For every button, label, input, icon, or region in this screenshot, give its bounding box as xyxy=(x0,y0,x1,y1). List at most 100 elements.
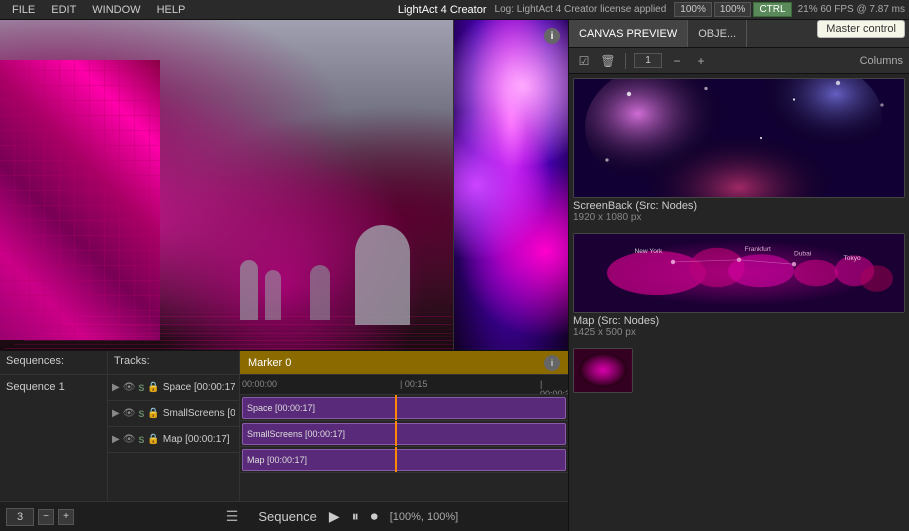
hamburger-icon[interactable]: ☰ xyxy=(218,508,247,525)
track-lock-smallscreens[interactable]: 🔒 xyxy=(147,408,159,419)
track-play-map[interactable]: ▶ xyxy=(112,434,120,445)
track-play-space[interactable]: ▶ xyxy=(112,382,120,393)
playhead-space xyxy=(395,395,397,420)
main-layout: i Sequences: Tracks: Marker 0 i Sequence… xyxy=(0,20,909,531)
viewport-info-icon[interactable]: i xyxy=(544,28,560,44)
mosaic-tiles xyxy=(0,60,160,340)
thumb-small-svg xyxy=(574,349,632,392)
track-lock-space[interactable]: 🔒 xyxy=(147,382,159,393)
track-eye-map[interactable]: 👁 xyxy=(123,434,136,445)
track-clip-row-smallscreens[interactable]: SmallScreens [00:00:17] xyxy=(240,421,568,447)
pct2-badge: 100% xyxy=(714,2,752,17)
ruler-mark-0: 00:00:00 xyxy=(242,379,277,389)
canvas-thumbnail-map: New York Frankfurt Dubai Tokyo xyxy=(573,233,905,313)
transport-label: Sequence xyxy=(258,509,317,524)
menu-bar: FILE EDIT WINDOW HELP LightAct 4 Creator… xyxy=(0,0,909,20)
track-row-smallscreens[interactable]: ▶ 👁 S 🔒 SmallScreens [00:00:17] xyxy=(108,401,239,427)
track-row-space[interactable]: ▶ 👁 S 🔒 Space [00:00:17] xyxy=(108,375,239,401)
svg-text:New York: New York xyxy=(635,248,664,255)
canvas-size-screenback: 1920 x 1080 px xyxy=(573,212,905,223)
timeline-bottom: 3 − + ☰ Sequence ▶ ⏸ ⏺ [100%, 100%] xyxy=(0,501,568,531)
track-clip-map[interactable]: Map [00:00:17] xyxy=(242,449,566,471)
silhouette-main xyxy=(355,225,410,325)
record-button[interactable]: ⏺ xyxy=(371,508,378,525)
sequence-item[interactable]: Sequence 1 xyxy=(6,379,101,395)
canvas-item-map[interactable]: New York Frankfurt Dubai Tokyo Map (Src:… xyxy=(573,233,905,340)
tracks-area[interactable]: 00:00:00 | 00:15 | 00:00:3 Space [00:00:… xyxy=(240,375,568,501)
timeline-num-area: 3 − + xyxy=(0,508,108,526)
svg-text:Frankfurt: Frankfurt xyxy=(745,246,772,253)
track-play-smallscreens[interactable]: ▶ xyxy=(112,408,120,419)
silhouette-2 xyxy=(265,270,281,320)
ruler-mark-end: | 00:00:3 xyxy=(540,379,568,395)
play-button[interactable]: ▶ xyxy=(329,508,340,525)
canvas-item-screenback[interactable]: ScreenBack (Src: Nodes) 1920 x 1080 px xyxy=(573,78,905,225)
canvas-name-map: Map (Src: Nodes) xyxy=(573,315,905,327)
tab-objects[interactable]: OBJE... xyxy=(688,20,747,47)
timeline-ruler: 00:00:00 | 00:15 | 00:00:3 xyxy=(240,375,568,395)
toolbar-columns-btn[interactable]: Columns xyxy=(860,55,903,67)
track-name-map: Map [00:00:17] xyxy=(163,434,235,445)
thumb-screenback-svg xyxy=(574,79,904,197)
marker-label: Marker 0 xyxy=(248,357,291,369)
tab-canvas-preview[interactable]: CANVAS PREVIEW xyxy=(569,20,688,47)
marker-bar[interactable]: Marker 0 i xyxy=(240,351,568,374)
toolbar-minus-btn[interactable]: − xyxy=(668,52,686,70)
toolbar-trash-icon[interactable]: 🗑 xyxy=(599,52,617,70)
track-clip-row-map[interactable]: Map [00:00:17] xyxy=(240,447,568,473)
track-eye-space[interactable]: 👁 xyxy=(123,382,136,393)
timeline-num-plus[interactable]: + xyxy=(58,509,74,525)
tracks-label: Tracks: xyxy=(108,351,240,374)
track-s-map[interactable]: S xyxy=(138,435,144,445)
left-panel: i Sequences: Tracks: Marker 0 i Sequence… xyxy=(0,20,568,531)
canvas-thumbnail-small xyxy=(573,348,633,393)
timeline-content: Sequence 1 ▶ 👁 S 🔒 Space [00:00:17] ▶ 👁 xyxy=(0,375,568,501)
master-control-tooltip: Master control xyxy=(817,20,905,38)
track-clip-row-space[interactable]: Space [00:00:17] xyxy=(240,395,568,421)
app-title: LightAct 4 Creator xyxy=(398,4,487,16)
timeline-num-display: 3 xyxy=(6,508,34,526)
silhouette-3 xyxy=(310,265,330,320)
viewport-right-image xyxy=(453,20,568,350)
canvas-info-screenback: ScreenBack (Src: Nodes) 1920 x 1080 px xyxy=(573,198,905,225)
menu-help[interactable]: HELP xyxy=(149,0,194,19)
toolbar-separator xyxy=(625,53,626,69)
menu-window[interactable]: WINDOW xyxy=(84,0,148,19)
viewport[interactable]: i xyxy=(0,20,568,350)
canvas-items[interactable]: ScreenBack (Src: Nodes) 1920 x 1080 px xyxy=(569,74,909,531)
track-row-map[interactable]: ▶ 👁 S 🔒 Map [00:00:17] xyxy=(108,427,239,453)
canvas-item-small[interactable] xyxy=(573,348,905,393)
toolbar-checkbox-icon[interactable]: ☑ xyxy=(575,52,593,70)
canvas-toolbar: ☑ 🗑 1 − + Columns xyxy=(569,48,909,74)
track-lock-map[interactable]: 🔒 xyxy=(147,434,159,445)
sequences-panel: Sequence 1 xyxy=(0,375,108,501)
marker-info-icon[interactable]: i xyxy=(544,355,560,371)
track-clip-smallscreens[interactable]: SmallScreens [00:00:17] xyxy=(242,423,566,445)
playhead-map xyxy=(395,447,397,472)
track-name-smallscreens: SmallScreens [00:00:17] xyxy=(163,408,235,419)
track-s-space[interactable]: S xyxy=(138,383,144,393)
silhouette-1 xyxy=(240,260,258,320)
timeline: Sequences: Tracks: Marker 0 i Sequence 1… xyxy=(0,350,568,531)
transport: ☰ Sequence ▶ ⏸ ⏺ [100%, 100%] xyxy=(108,508,568,525)
toolbar-num-input[interactable]: 1 xyxy=(634,53,662,68)
toolbar-plus-btn[interactable]: + xyxy=(692,52,710,70)
svg-text:Tokyo: Tokyo xyxy=(844,255,862,262)
thumb-map-svg: New York Frankfurt Dubai Tokyo xyxy=(574,234,904,312)
track-s-smallscreens[interactable]: S xyxy=(138,409,144,419)
timeline-num-minus[interactable]: − xyxy=(38,509,54,525)
pause-button[interactable]: ⏸ xyxy=(352,508,359,525)
ctrl-badge[interactable]: CTRL xyxy=(753,2,791,17)
menu-file[interactable]: FILE xyxy=(4,0,43,19)
track-clip-space[interactable]: Space [00:00:17] xyxy=(242,397,566,419)
svg-text:Dubai: Dubai xyxy=(794,250,812,257)
playhead-smallscreens xyxy=(395,421,397,446)
menu-edit[interactable]: EDIT xyxy=(43,0,84,19)
ruler-mark-15: | 00:15 xyxy=(400,379,427,389)
pct1-badge: 100% xyxy=(674,2,712,17)
right-panel: CANVAS PREVIEW OBJE... × ☑ 🗑 1 − + Colum… xyxy=(568,20,909,531)
track-eye-smallscreens[interactable]: 👁 xyxy=(123,408,136,419)
fps-text: 21% 60 FPS @ 7.87 ms xyxy=(798,4,905,15)
thumb-map-bg: New York Frankfurt Dubai Tokyo xyxy=(574,234,904,312)
sequences-label: Sequences: xyxy=(0,351,108,374)
